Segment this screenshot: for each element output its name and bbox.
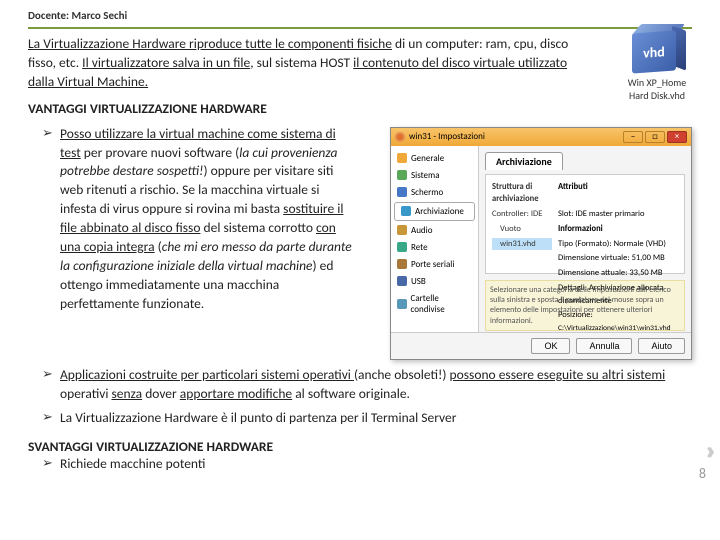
vbox-title: win31 - Impostazioni bbox=[409, 131, 485, 142]
virtualbox-settings-window: win31 - Impostazioni – □ × Generale Sist… bbox=[390, 127, 692, 360]
vbox-sidebar: Generale Sistema Schermo Archiviazione A… bbox=[391, 146, 479, 332]
ok-button[interactable]: OK bbox=[531, 338, 570, 354]
bullet-2: Applicazioni costruite per particolari s… bbox=[42, 366, 692, 404]
bullet-1: Posso utilizzare la virtual machine come… bbox=[42, 125, 352, 314]
chevron-right-icon: ››› bbox=[705, 434, 708, 466]
sidebar-item-usb[interactable]: USB bbox=[391, 273, 478, 290]
vbox-tab-label: Archiviazione bbox=[485, 152, 563, 170]
minimize-button[interactable]: – bbox=[623, 131, 643, 143]
vbox-main-panel: Archiviazione Struttura di archiviazione… bbox=[479, 146, 691, 332]
sidebar-item-archiviazione[interactable]: Archiviazione bbox=[394, 202, 475, 221]
advantages-title: VANTAGGI VIRTUALIZZAZIONE HARDWARE bbox=[28, 100, 692, 117]
vhd-face-label: vhd bbox=[632, 30, 676, 73]
sidebar-item-porte[interactable]: Porte seriali bbox=[391, 256, 478, 273]
page-number: 8 bbox=[699, 465, 706, 482]
bullet-3: La Virtualizzazione Hardware è il punto … bbox=[42, 409, 692, 428]
sidebar-item-audio[interactable]: Audio bbox=[391, 222, 478, 239]
attr-title: Attributi bbox=[558, 181, 678, 207]
vhd-caption-2: Hard Disk.vhd bbox=[616, 89, 698, 102]
sidebar-item-sistema[interactable]: Sistema bbox=[391, 167, 478, 184]
disadvantages-title: SVANTAGGI VIRTUALIZZAZIONE HARDWARE bbox=[28, 438, 692, 455]
close-button[interactable]: × bbox=[667, 131, 687, 143]
maximize-button[interactable]: □ bbox=[645, 131, 665, 143]
sidebar-item-generale[interactable]: Generale bbox=[391, 150, 478, 167]
sidebar-item-schermo[interactable]: Schermo bbox=[391, 184, 478, 201]
vhd-cube-icon: vhd bbox=[628, 24, 686, 74]
vbox-titlebar: win31 - Impostazioni – □ × bbox=[391, 128, 691, 146]
aiuto-button[interactable]: Aiuto bbox=[638, 338, 685, 354]
controller-ide[interactable]: Controller: IDE bbox=[492, 208, 552, 221]
tree-disk[interactable]: win31.vhd bbox=[492, 238, 552, 251]
annulla-button[interactable]: Annulla bbox=[576, 338, 632, 354]
teacher-label: Docente: Marco Sechi bbox=[28, 9, 127, 22]
gear-icon bbox=[395, 132, 405, 142]
sbullet-1: Richiede macchine potenti bbox=[42, 455, 692, 474]
tree-title: Struttura di archiviazione bbox=[492, 181, 552, 207]
header-bar: Docente: Marco Sechi bbox=[28, 8, 692, 29]
intro-paragraph: La Virtualizzazione Hardware riproduce t… bbox=[28, 35, 588, 92]
vhd-icon-block: vhd Win XP_Home Hard Disk.vhd bbox=[616, 24, 698, 102]
vhd-caption-1: Win XP_Home bbox=[616, 76, 698, 89]
sidebar-item-rete[interactable]: Rete bbox=[391, 239, 478, 256]
tree-empty[interactable]: Vuoto bbox=[492, 223, 552, 236]
sidebar-item-cartelle[interactable]: Cartelle condivise bbox=[391, 290, 478, 318]
